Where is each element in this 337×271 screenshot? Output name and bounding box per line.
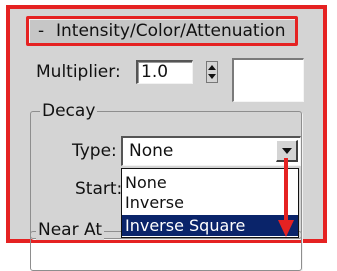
spinner-up-icon[interactable] — [208, 65, 216, 70]
collapse-icon[interactable]: - — [38, 19, 44, 43]
decay-group-label: Decay — [40, 101, 98, 121]
multiplier-input[interactable]: 1.0 — [136, 60, 193, 84]
decay-type-dropdown[interactable]: None — [121, 136, 301, 166]
dropdown-button[interactable] — [276, 140, 298, 162]
rollout-title: Intensity/Color/Attenuation — [56, 21, 286, 41]
option-inverse-square[interactable]: Inverse Square — [122, 215, 298, 236]
decay-options-list[interactable]: None Inverse Inverse Square — [121, 168, 299, 238]
near-attenuation-label: Near At — [36, 220, 104, 240]
multiplier-label: Multiplier: — [36, 62, 121, 82]
rollout-header[interactable]: - Intensity/Color/Attenuation — [26, 16, 298, 46]
color-swatch[interactable] — [232, 58, 304, 102]
option-inverse[interactable]: Inverse — [122, 192, 298, 213]
multiplier-spinner[interactable] — [206, 61, 218, 83]
type-label: Type: — [72, 141, 117, 161]
option-none[interactable]: None — [122, 172, 298, 193]
chevron-down-icon — [282, 148, 292, 154]
start-label: Start: — [75, 179, 123, 199]
decay-type-value: None — [129, 141, 174, 161]
spinner-down-icon[interactable] — [208, 74, 216, 79]
